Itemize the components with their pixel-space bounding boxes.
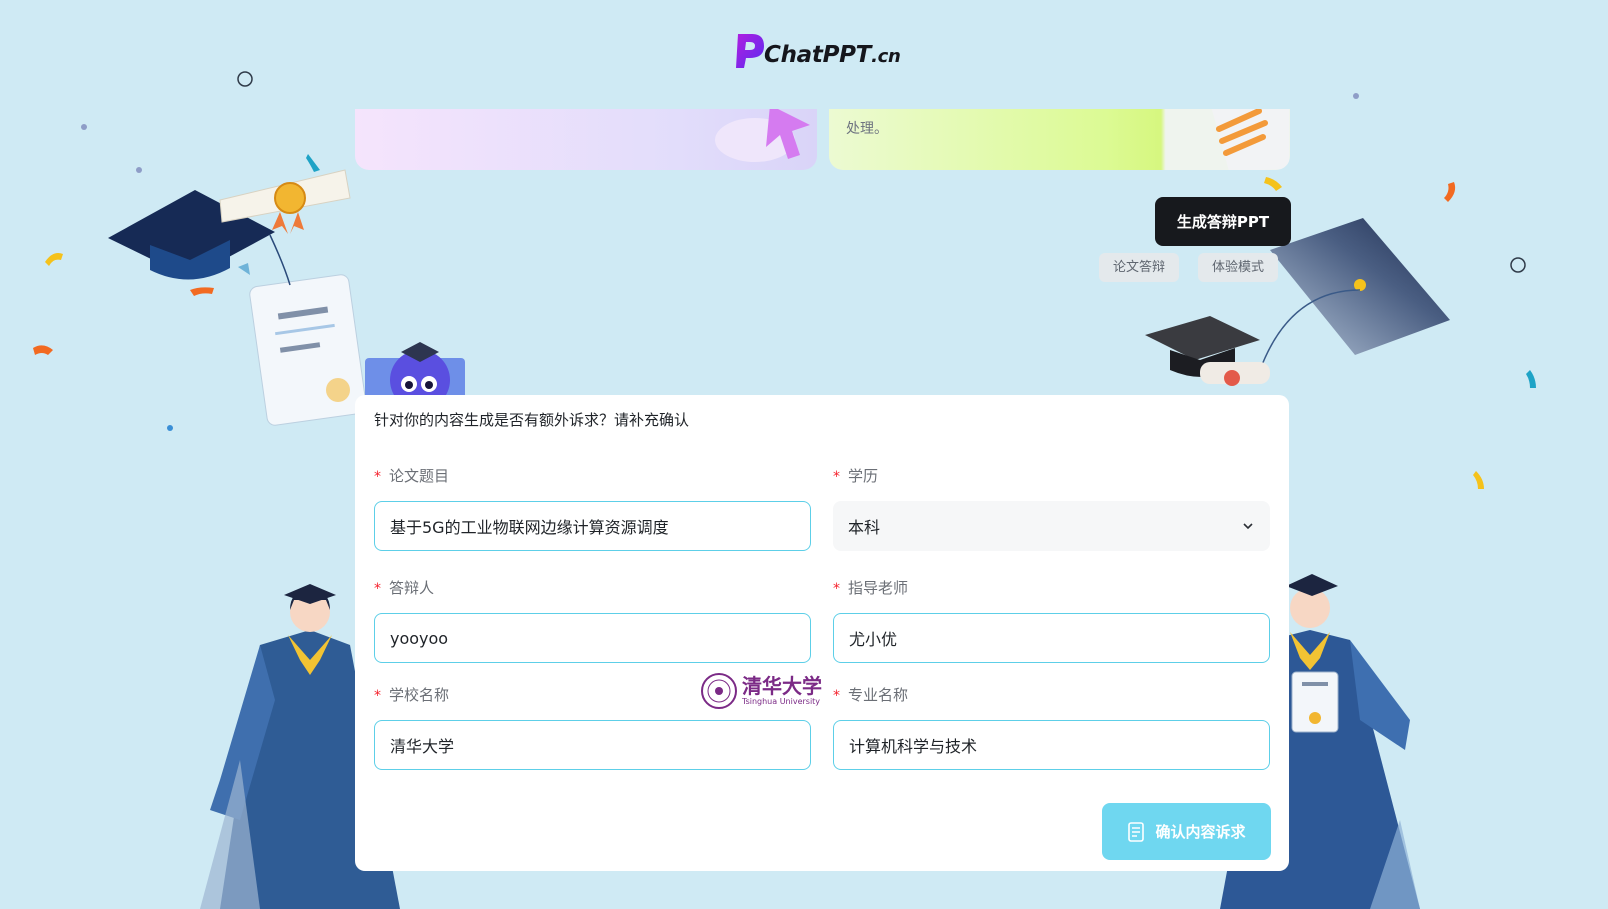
- school-name-label: * 学校名称: [374, 686, 450, 704]
- confirm-button-label: 确认内容诉求: [1155, 823, 1246, 841]
- school-logo: 清华大学 Tsinghua University: [700, 672, 822, 710]
- advisor-label: * 指导老师: [833, 579, 909, 597]
- tag-thesis-defense: 论文答辩: [1099, 253, 1180, 282]
- required-mark: *: [833, 581, 840, 597]
- school-seal-icon: [701, 673, 737, 709]
- required-mark: *: [833, 688, 840, 704]
- major-label: * 专业名称: [833, 686, 909, 704]
- logo-text: ChatPPT.cn: [764, 42, 901, 68]
- required-mark: *: [374, 469, 381, 485]
- school-name-input[interactable]: [374, 720, 811, 770]
- feature-card-right[interactable]: 处理。: [829, 109, 1290, 170]
- required-mark: *: [374, 688, 381, 704]
- cursor-hand-icon: [715, 109, 810, 162]
- document-stack-icon: [1211, 109, 1289, 170]
- chevron-down-icon: [1243, 523, 1253, 530]
- robot-mascot-illustration: [365, 342, 465, 400]
- degree-label: * 学历: [833, 467, 879, 485]
- defender-input[interactable]: [374, 613, 811, 663]
- form-question: 针对你的内容生成是否有额外诉求？请补充确认: [374, 411, 690, 429]
- major-input[interactable]: [833, 720, 1270, 770]
- confirm-requirements-button[interactable]: 确认内容诉求: [1102, 803, 1271, 860]
- document-icon: [1128, 821, 1145, 842]
- school-logo-cn: 清华大学: [742, 674, 822, 698]
- feature-card-right-text: 处理。: [846, 121, 888, 137]
- thesis-title-label: * 论文题目: [374, 467, 450, 485]
- school-logo-en: Tsinghua University: [742, 697, 821, 706]
- chatppt-logo-icon: [736, 34, 764, 68]
- requirement-form: 针对你的内容生成是否有额外诉求？请补充确认 *论文题目 *学历 本科 *答辩人 …: [355, 395, 1289, 871]
- degree-select-value: 本科: [848, 518, 881, 537]
- tag-trial-mode: 体验模式: [1198, 253, 1279, 282]
- feature-card-left[interactable]: [355, 109, 817, 170]
- chatppt-logo[interactable]: ChatPPT.cn: [732, 32, 901, 70]
- defender-label: * 答辩人: [374, 579, 435, 597]
- required-mark: *: [374, 581, 381, 597]
- generate-defense-ppt-button[interactable]: 生成答辩PPT: [1155, 197, 1291, 246]
- thesis-title-input[interactable]: [374, 501, 811, 551]
- degree-select[interactable]: 本科: [833, 501, 1270, 551]
- graduation-cap-illustration: [108, 169, 367, 426]
- required-mark: *: [833, 469, 840, 485]
- advisor-input[interactable]: [833, 613, 1270, 663]
